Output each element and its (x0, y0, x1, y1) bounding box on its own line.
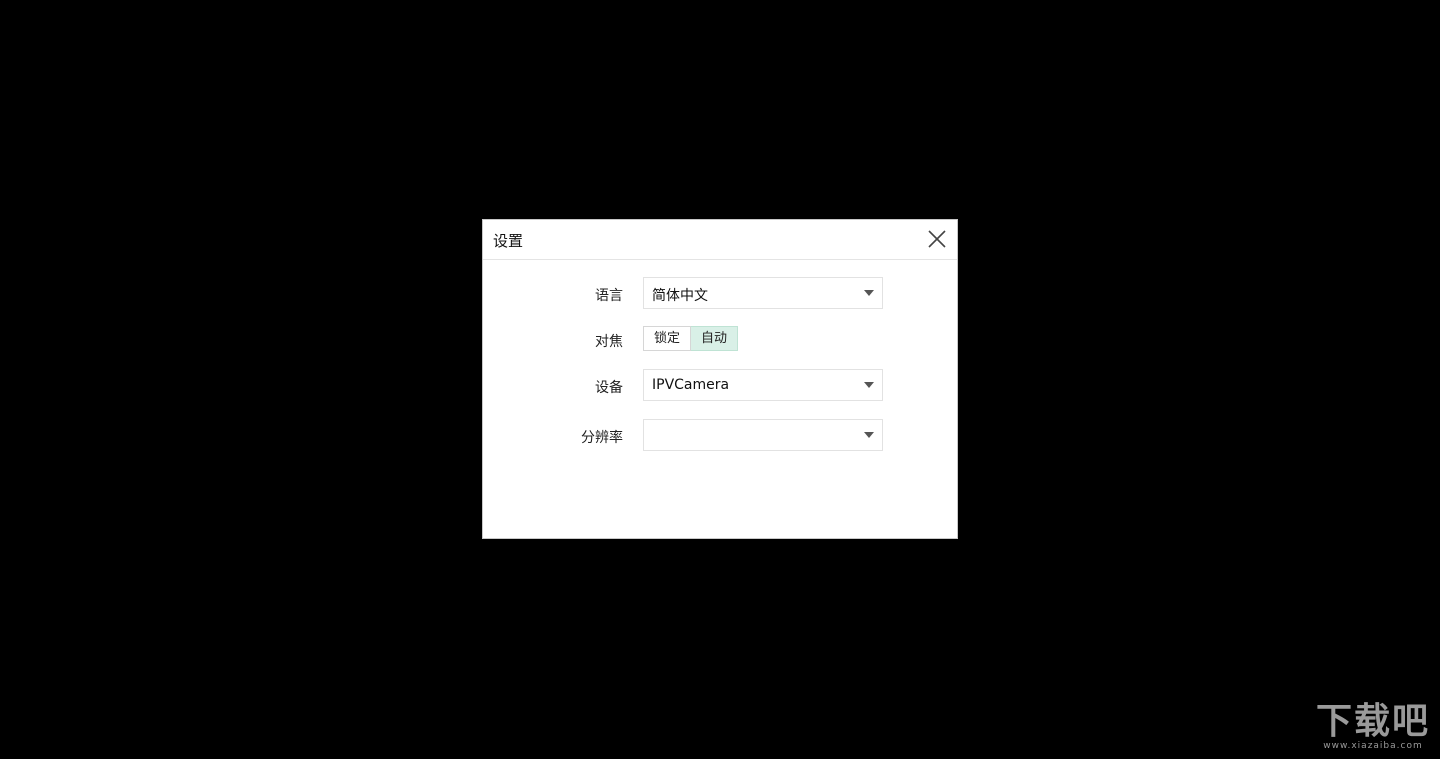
close-icon (928, 230, 946, 248)
focus-auto-option[interactable]: 自动 (691, 326, 739, 351)
watermark-sub: www.xiazaiba.com (1323, 741, 1423, 751)
focus-label: 对焦 (595, 334, 623, 350)
device-label: 设备 (595, 380, 623, 396)
language-select[interactable]: 简体中文 (643, 277, 883, 309)
chevron-down-icon (864, 432, 874, 438)
resolution-select[interactable] (643, 419, 883, 451)
chevron-down-icon (864, 382, 874, 388)
language-select-value: 简体中文 (652, 288, 708, 304)
focus-lock-option[interactable]: 锁定 (643, 326, 692, 351)
dialog-header: 设置 (483, 220, 957, 260)
resolution-label: 分辨率 (581, 430, 623, 446)
language-label: 语言 (595, 288, 623, 304)
device-select-value: IPVCamera (652, 377, 730, 393)
settings-dialog: 设置 语言 简体中文 对焦 锁定 自动 设备 IPVCamera 分辨率 (482, 219, 958, 539)
focus-toggle: 锁定 自动 (643, 326, 739, 351)
watermark-main: 下载吧 (1315, 701, 1430, 742)
close-button[interactable] (926, 228, 948, 250)
device-select[interactable]: IPVCamera (643, 369, 883, 401)
chevron-down-icon (864, 290, 874, 296)
watermark-logo: 下载吧 www.xiazaiba.com (1316, 704, 1430, 751)
dialog-title: 设置 (493, 232, 524, 250)
